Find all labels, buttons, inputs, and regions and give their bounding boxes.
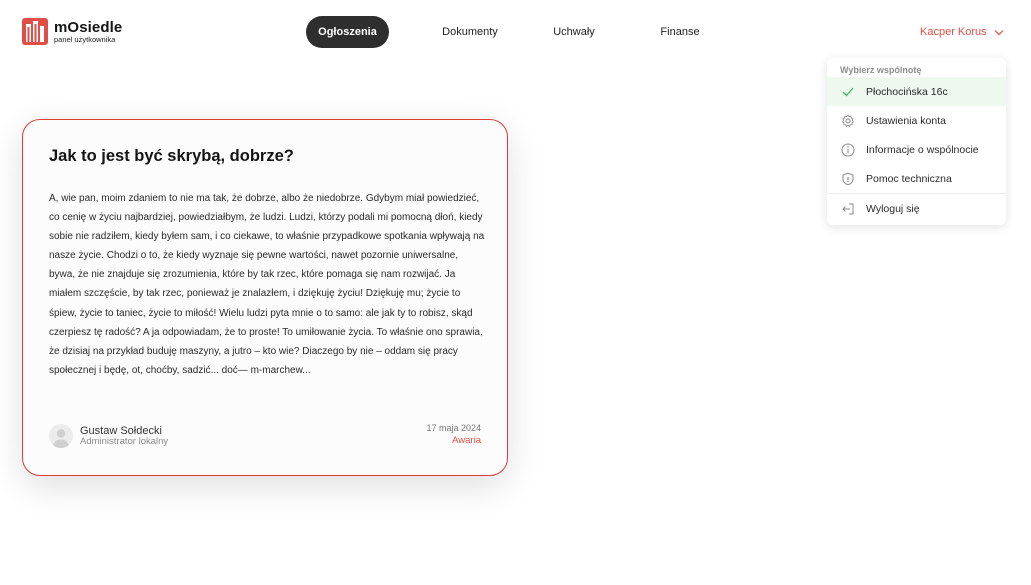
menu-item-account-settings[interactable]: Ustawienia konta [827, 106, 1006, 135]
menu-item-label: Informacje o wspólnocie [866, 143, 979, 156]
author-name: Gustaw Sołdecki [80, 424, 162, 437]
user-placeholder-icon [52, 429, 70, 448]
community-option-plochocinska[interactable]: Płochocińska 16c [827, 77, 1006, 106]
menu-item-label: Wyloguj się [866, 202, 920, 215]
user-menu-button[interactable]: Kacper Korus [920, 26, 1004, 38]
menu-item-label: Ustawienia konta [866, 114, 946, 127]
chevron-down-icon [994, 29, 1004, 35]
brand-name: mOsiedle [54, 18, 123, 36]
menu-item-label: Pomoc techniczna [866, 172, 952, 185]
author-role: Administrator lokalny [80, 435, 169, 447]
post-date: 17 maja 2024 [426, 423, 481, 433]
user-name: Kacper Korus [920, 26, 987, 38]
menu-item-tech-support[interactable]: Pomoc techniczna [827, 164, 1006, 193]
main-nav: Ogłoszenia Dokumenty Uchwały Finanse [306, 16, 715, 48]
info-icon [841, 143, 855, 157]
building-logo-icon [22, 18, 48, 45]
menu-item-logout[interactable]: Wyloguj się [827, 194, 1006, 223]
avatar [49, 424, 73, 448]
brand[interactable]: mOsiedle panel użytkownika [22, 18, 122, 45]
author-block: Gustaw Sołdecki Administrator lokalny [49, 424, 168, 448]
logout-icon [841, 202, 855, 216]
post-meta: 17 maja 2024 Awaria [426, 423, 481, 447]
nav-item-uchwaly[interactable]: Uchwały [539, 16, 609, 48]
community-select-heading: Wybierz wspólnotę [840, 65, 922, 75]
gear-icon [841, 113, 855, 128]
announcement-title: Jak to jest być skrybą, dobrze? [49, 147, 294, 165]
nav-item-ogloszenia[interactable]: Ogłoszenia [306, 16, 389, 48]
user-dropdown-menu: Wybierz wspólnotę Płochocińska 16c Ustaw… [827, 58, 1006, 225]
brand-text: mOsiedle panel użytkownika [54, 20, 122, 44]
nav-item-dokumenty[interactable]: Dokumenty [423, 16, 517, 48]
announcement-card[interactable]: Jak to jest być skrybą, dobrze? A, wie p… [22, 119, 508, 476]
nav-item-finanse[interactable]: Finanse [645, 16, 715, 48]
community-option-label: Płochocińska 16c [866, 85, 948, 98]
announcement-body: A, wie pan, moim zdaniem to nie ma tak, … [49, 193, 485, 376]
author-text: Gustaw Sołdecki Administrator lokalny [80, 425, 168, 448]
menu-item-community-info[interactable]: Informacje o wspólnocie [827, 135, 1006, 164]
brand-subtitle: panel użytkownika [54, 34, 116, 44]
check-icon [841, 85, 855, 99]
top-header: mOsiedle panel użytkownika Ogłoszenia Do… [0, 0, 1031, 64]
category-badge: Awaria [452, 434, 481, 446]
shield-icon [841, 172, 855, 186]
